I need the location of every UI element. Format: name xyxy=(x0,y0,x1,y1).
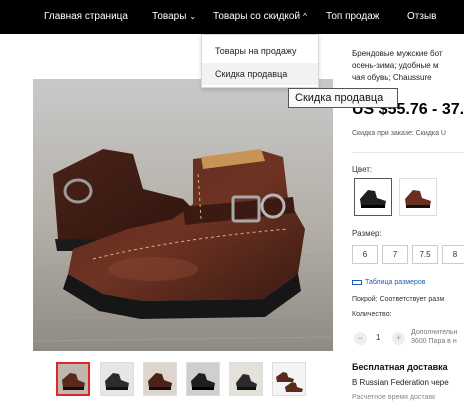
size-option[interactable]: 6 xyxy=(352,245,378,264)
dropdown-item-products-on-sale[interactable]: Товары на продажу xyxy=(202,40,318,62)
nav-discounted-label: Товары со скидкой xyxy=(213,11,301,22)
quantity-extra-line: Дополнительн xyxy=(411,329,458,336)
thumbnail-1[interactable] xyxy=(56,362,90,396)
nav-reviews-label: Отзыв xyxy=(407,11,437,22)
size-chart-link[interactable]: Таблица размеров xyxy=(352,279,426,286)
tooltip: Скидка продавца xyxy=(288,88,398,108)
nav-home-label: Главная страница xyxy=(44,11,128,22)
quantity-label: Количество: xyxy=(352,311,392,318)
fit-info: Покрой: Соответствует разм xyxy=(352,296,445,303)
brown-boot-swatch-image xyxy=(405,190,431,208)
size-option[interactable]: 8 xyxy=(442,245,464,264)
boot-thumbnail-image xyxy=(230,363,262,395)
thumbnail-3[interactable] xyxy=(143,362,177,396)
nav-top-sales-label: Топ продаж xyxy=(326,11,380,22)
nav-products-label: Товары xyxy=(152,11,187,22)
boot-thumbnail-image xyxy=(58,364,88,394)
thumbnail-6[interactable] xyxy=(272,362,306,396)
shipping-title: Бесплатная доставка xyxy=(352,362,448,372)
black-boot-swatch-image xyxy=(360,190,386,208)
product-title-line: Брендовые мужские бот xyxy=(352,49,443,58)
quantity-availability: Дополнительн 3600 Пара в н xyxy=(411,328,458,346)
product-title-line: осень-зима; удобные м xyxy=(352,61,439,70)
color-option-brown[interactable] xyxy=(399,178,437,216)
boot-thumbnail-image xyxy=(101,363,133,395)
quantity-value[interactable]: 1 xyxy=(376,333,380,342)
boot-thumbnail-image xyxy=(187,363,219,395)
boot-thumbnail-image xyxy=(273,363,305,395)
size-option[interactable]: 7 xyxy=(382,245,408,264)
nav-discounted-products[interactable]: Товары со скидкой ^ xyxy=(213,0,307,34)
size-option[interactable]: 7.5 xyxy=(412,245,438,264)
color-label: Цвет: xyxy=(352,165,373,174)
divider xyxy=(352,152,464,153)
quantity-extra-line: 3600 Пара в н xyxy=(411,338,457,345)
product-title: Брендовые мужские бот осень-зима; удобны… xyxy=(352,48,464,84)
chevron-down-icon: ⌄ xyxy=(189,12,197,21)
chevron-up-icon: ^ xyxy=(303,12,307,21)
nav-home[interactable]: Главная страница xyxy=(44,0,128,34)
nav-products[interactable]: Товары ⌄ xyxy=(152,0,196,34)
discount-note[interactable]: Скидка при заказе: Скидка U xyxy=(352,130,446,137)
size-chart-label: Таблица размеров xyxy=(365,279,426,286)
boot-thumbnail-image xyxy=(144,363,176,395)
color-option-black[interactable] xyxy=(354,178,392,216)
thumbnail-5[interactable] xyxy=(229,362,263,396)
product-main-image[interactable] xyxy=(33,79,333,351)
quantity-increase-button[interactable]: + xyxy=(392,332,405,345)
discount-dropdown-menu: Товары на продажу Скидка продавца xyxy=(201,34,319,88)
ruler-icon xyxy=(352,279,362,285)
thumbnail-2[interactable] xyxy=(100,362,134,396)
nav-reviews[interactable]: Отзыв xyxy=(407,0,436,34)
shipping-time: Расчетное время доставк xyxy=(352,394,436,401)
top-navigation: Главная страница Товары ⌄ Товары со скидк… xyxy=(0,0,464,34)
nav-top-sales[interactable]: Топ продаж xyxy=(326,0,380,34)
size-label: Размер: xyxy=(352,229,382,238)
thumbnail-4[interactable] xyxy=(186,362,220,396)
dropdown-item-seller-discount[interactable]: Скидка продавца xyxy=(202,63,318,85)
boot-photo xyxy=(33,79,333,351)
product-title-line: чая обувь; Chaussure xyxy=(352,73,432,82)
shipping-destination[interactable]: В Russian Federation чере xyxy=(352,378,449,387)
quantity-decrease-button[interactable]: − xyxy=(354,332,367,345)
